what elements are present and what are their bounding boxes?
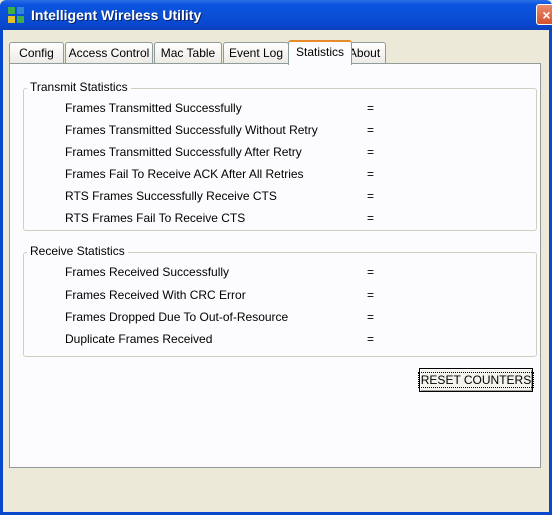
tx-label-no-retry: Frames Transmitted Successfully Without … xyxy=(65,123,318,137)
tx-label-rts-success: RTS Frames Successfully Receive CTS xyxy=(65,189,277,203)
transmit-statistics-title: Transmit Statistics xyxy=(27,80,131,94)
rx-value-dropped: = xyxy=(367,310,375,324)
window-title: Intelligent Wireless Utility xyxy=(31,7,202,23)
reset-counters-label: RESET COUNTERS xyxy=(417,372,535,388)
tx-value-ack-fail: = xyxy=(367,167,375,181)
tx-value-rts-fail: = xyxy=(367,211,375,225)
rx-value-success: = xyxy=(367,265,375,279)
rx-value-crc-error: = xyxy=(367,288,375,302)
tx-value-after-retry: = xyxy=(367,145,375,159)
rx-label-success: Frames Received Successfully xyxy=(65,265,230,279)
tx-value-rts-success: = xyxy=(367,189,375,203)
rx-label-crc-error: Frames Received With CRC Error xyxy=(65,288,246,302)
tx-label-rts-fail: RTS Frames Fail To Receive CTS xyxy=(65,211,246,225)
tab-access-control[interactable]: Access Control xyxy=(65,42,153,63)
tx-label-success: Frames Transmitted Successfully xyxy=(65,101,242,115)
rx-label-dropped: Frames Dropped Due To Out-of-Resource xyxy=(65,310,289,324)
tab-statistics[interactable]: Statistics xyxy=(288,40,352,65)
close-icon[interactable]: × xyxy=(536,4,552,25)
tx-value-success: = xyxy=(367,101,375,115)
title-bar[interactable]: Intelligent Wireless Utility × xyxy=(0,0,552,30)
tx-value-no-retry: = xyxy=(367,123,375,137)
tx-label-after-retry: Frames Transmitted Successfully After Re… xyxy=(65,145,302,159)
tab-event-log[interactable]: Event Log xyxy=(223,42,289,63)
window-border-left xyxy=(0,30,3,515)
app-window: Intelligent Wireless Utility × Config Ac… xyxy=(0,0,552,515)
receive-statistics-title: Receive Statistics xyxy=(27,244,128,258)
tab-config[interactable]: Config xyxy=(9,42,64,63)
rx-label-duplicate: Duplicate Frames Received xyxy=(65,332,213,346)
app-icon xyxy=(8,7,24,23)
reset-counters-button[interactable]: RESET COUNTERS xyxy=(417,368,535,392)
tab-mac-table[interactable]: Mac Table xyxy=(154,42,222,63)
tx-label-ack-fail: Frames Fail To Receive ACK After All Ret… xyxy=(65,167,304,181)
rx-value-duplicate: = xyxy=(367,332,375,346)
